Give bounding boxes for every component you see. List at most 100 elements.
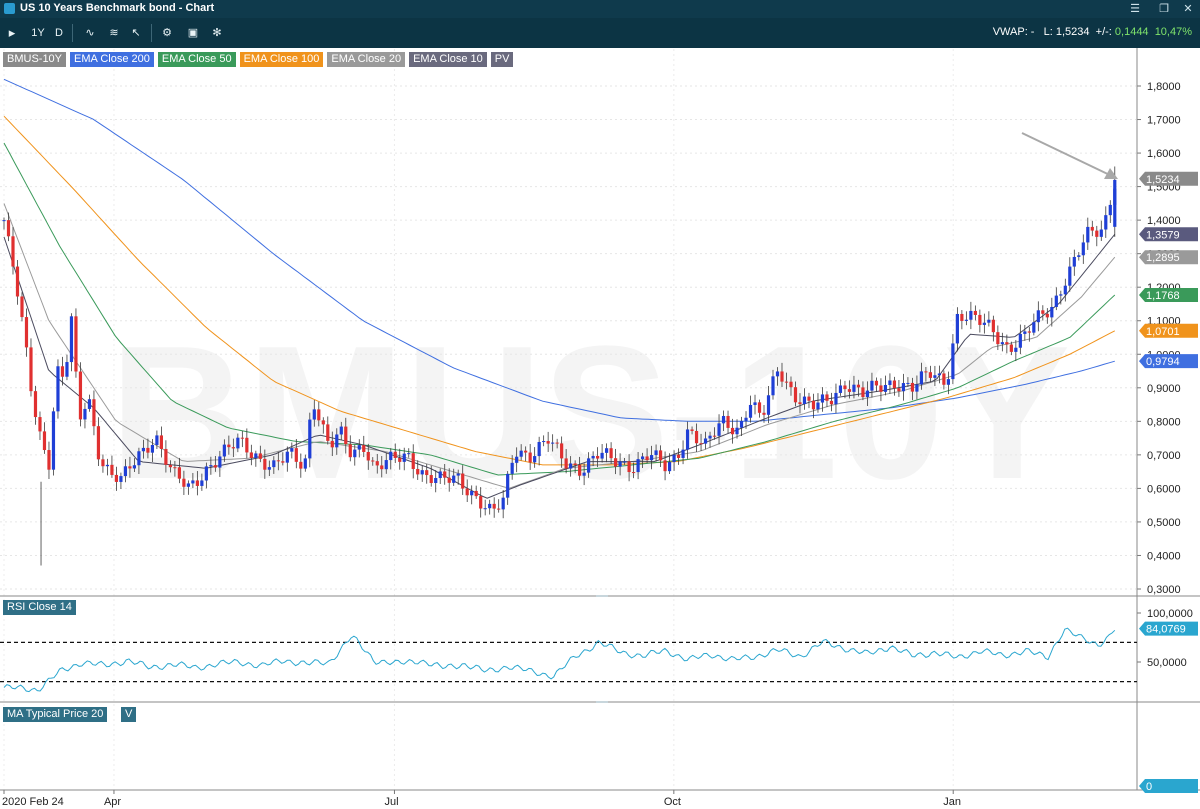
candle-body [951, 343, 955, 380]
time-tick-label: Apr [104, 796, 121, 808]
menu-icon[interactable]: ☰ [1127, 1, 1143, 17]
candle-body [141, 447, 146, 452]
add-indicator-icon[interactable]: ∿ [80, 25, 100, 41]
price-value-tag-label: 1,5234 [1146, 174, 1180, 186]
candle-body [964, 319, 968, 321]
candle-body [353, 449, 357, 458]
ma-panel-label[interactable]: MA Typical Price 20 [3, 707, 108, 722]
candle-body [1054, 295, 1058, 307]
legend-item[interactable]: EMA Close 200 [70, 52, 154, 67]
candle-body [739, 420, 744, 428]
candle-body [1014, 347, 1018, 352]
candle-body [1113, 179, 1117, 227]
close-icon[interactable]: ✕ [1180, 1, 1196, 17]
title-bar: US 10 Years Benchmark bond - Chart ☰ ❐ ✕ [0, 0, 1200, 18]
candle-body [272, 460, 276, 468]
candle-body [1009, 344, 1013, 352]
time-tick-label: 2020 Feb 24 [2, 796, 64, 808]
candle-body [1059, 294, 1063, 296]
candle-body [285, 451, 289, 463]
candle-body [699, 443, 703, 445]
interval-button[interactable]: D [52, 25, 66, 41]
last-price-label: L: 1,5234 [1043, 26, 1090, 38]
price-tick-label: 1,6000 [1147, 148, 1181, 160]
candle-body [465, 488, 469, 496]
export-icon[interactable]: ▣ [184, 25, 202, 41]
candle-body [744, 417, 748, 421]
candle-body [506, 473, 510, 498]
candle-body [1081, 242, 1085, 256]
candle-body [730, 427, 735, 435]
legend-item[interactable]: EMA Close 50 [157, 52, 236, 67]
candle-body [546, 441, 550, 444]
candle-body [708, 435, 712, 439]
candle-body [703, 438, 708, 444]
candle-body [389, 451, 393, 461]
candle-body [24, 317, 29, 348]
candle-body [1063, 285, 1067, 295]
candle-body [551, 442, 555, 444]
candle-body [461, 473, 465, 489]
candle-body [33, 391, 38, 418]
candle-body [218, 456, 222, 468]
candle-body [1000, 342, 1004, 345]
pane-resize-handle[interactable] [596, 701, 608, 703]
candle-body [164, 448, 168, 465]
draw-tool-icon[interactable]: ✻ [208, 25, 226, 41]
candle-body [820, 394, 825, 403]
candle-body [856, 384, 861, 388]
candle-body [15, 266, 20, 297]
candle-body [348, 444, 352, 458]
price-chart[interactable]: BMUS-10Y1,80001,70001,60001,50001,40001,… [0, 48, 1200, 809]
candle-body [407, 453, 411, 455]
candle-body [1072, 256, 1076, 267]
rsi-panel-label[interactable]: RSI Close 14 [3, 600, 76, 615]
candle-body [69, 316, 74, 363]
legend-item[interactable]: EMA Close 20 [327, 52, 406, 67]
add-study-icon[interactable]: ≋ [104, 25, 124, 41]
legend-item[interactable]: EMA Close 100 [239, 52, 324, 67]
candle-body [735, 427, 739, 435]
candle-body [308, 419, 312, 459]
legend-item[interactable]: EMA Close 10 [409, 52, 487, 67]
candle-body [591, 455, 595, 459]
candle-body [1068, 266, 1072, 286]
candle-body [793, 387, 798, 403]
candle-body [712, 435, 717, 437]
candle-body [587, 458, 591, 473]
toolbar-divider [151, 24, 152, 42]
pane-resize-handle[interactable] [596, 595, 608, 597]
candle-body [47, 450, 51, 470]
candle-body [978, 314, 982, 325]
restore-icon[interactable]: ❐ [1156, 1, 1172, 17]
candle-body [667, 461, 672, 472]
candle-body [515, 456, 519, 463]
ma-panel-flag[interactable]: V [121, 707, 137, 722]
legend-item[interactable]: PV [490, 52, 514, 67]
candle-body [240, 437, 244, 439]
settings-gear-icon[interactable]: ⚙ [158, 25, 176, 41]
candle-body [209, 465, 213, 467]
candle-body [924, 371, 928, 373]
candle-body [816, 402, 820, 410]
candle-body [231, 447, 235, 449]
candle-body [1108, 204, 1112, 216]
candle-body [303, 458, 307, 469]
cursor-icon[interactable]: ↖ [128, 25, 144, 41]
candle-body [155, 435, 159, 445]
candle-body [685, 429, 690, 450]
candle-body [380, 465, 384, 470]
candle-body [6, 220, 11, 237]
price-tick-label: 1,8000 [1147, 81, 1181, 93]
period-button[interactable]: 1Y [27, 25, 49, 41]
series-legend: BMUS-10Y EMA Close 200 EMA Close 50 EMA Clo… [3, 52, 517, 68]
candle-body [443, 471, 447, 478]
candle-body [802, 396, 807, 405]
legend-item[interactable]: BMUS-10Y [3, 52, 67, 67]
candle-body [186, 483, 190, 487]
candle-body [564, 458, 568, 469]
period-arrow-icon[interactable]: ▸ [6, 25, 18, 41]
candle-body [533, 456, 537, 463]
candle-body [326, 424, 330, 441]
candle-body [969, 310, 973, 320]
